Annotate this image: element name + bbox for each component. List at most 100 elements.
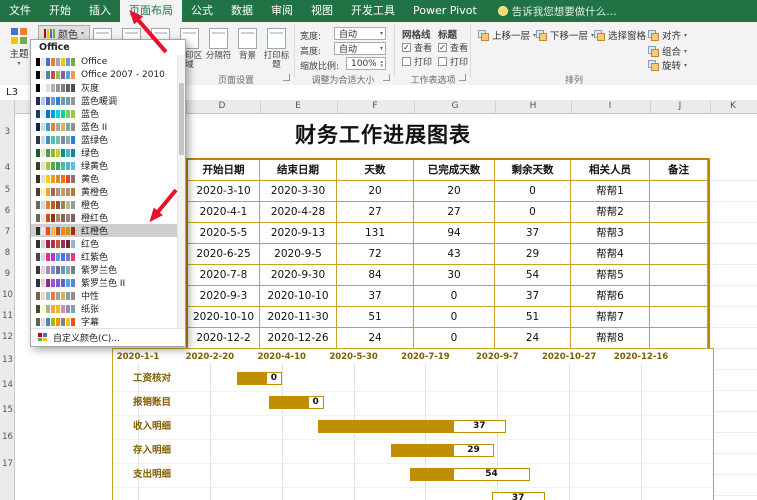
table-cell[interactable]: 0	[414, 307, 495, 328]
table-cell[interactable]: 2020-11-30	[260, 307, 337, 328]
column-header-K[interactable]: K	[730, 100, 736, 113]
table-header-cell[interactable]: 备注	[650, 160, 708, 181]
column-header-I[interactable]: I	[609, 100, 612, 113]
row-header-12[interactable]: 12	[0, 332, 15, 342]
gantt-chart[interactable]: 2020-1-1 2020-2-20 2020-4-10 2020-5-30 2020-…	[112, 348, 714, 500]
ribbon-tab-2[interactable]: 插入	[80, 0, 120, 22]
table-cell[interactable]: 2020-9-5	[260, 244, 337, 265]
table-cell[interactable]: 帮帮1	[571, 181, 650, 202]
customize-colors-item[interactable]: 自定义颜色(C)...	[31, 328, 185, 346]
table-cell[interactable]: 2020-12-2	[188, 328, 260, 349]
table-cell[interactable]: 37	[495, 223, 571, 244]
row-header-11[interactable]: 11	[0, 311, 15, 321]
select-all-corner[interactable]	[0, 100, 15, 113]
table-cell[interactable]: 2020-5-5	[188, 223, 260, 244]
table-cell[interactable]: 94	[414, 223, 495, 244]
column-header-F[interactable]: F	[372, 100, 377, 113]
row-header-15[interactable]: 15	[0, 405, 15, 415]
table-cell[interactable]: 0	[414, 328, 495, 349]
table-cell[interactable]: 72	[337, 244, 414, 265]
ribbon-tab-7[interactable]: 视图	[302, 0, 342, 22]
gantt-bar-completed[interactable]	[268, 396, 308, 409]
color-theme-item[interactable]: 纸张	[31, 302, 185, 315]
width-select[interactable]: 自动 ▾	[334, 27, 386, 40]
menu-scrollbar-thumb[interactable]	[179, 83, 184, 155]
arrange-button[interactable]: 上移一层 ▾	[478, 28, 536, 42]
ribbon-tab-3[interactable]: 页面布局	[120, 0, 182, 22]
table-cell[interactable]: 2020-4-28	[260, 202, 337, 223]
table-cell[interactable]: 0	[414, 286, 495, 307]
table-header-cell[interactable]: 天数	[337, 160, 414, 181]
table-cell[interactable]: 131	[337, 223, 414, 244]
table-header-cell[interactable]: 结束日期	[260, 160, 337, 181]
table-cell[interactable]: 84	[337, 265, 414, 286]
color-theme-item[interactable]: Office 2007 - 2010	[31, 68, 185, 81]
arrange-button[interactable]: 对齐 ▾	[648, 28, 687, 42]
table-cell[interactable]: 帮帮7	[571, 307, 650, 328]
scale-input[interactable]: 100% ▴ ▾	[346, 57, 386, 70]
scale-dialog-launcher[interactable]	[383, 74, 390, 81]
table-cell[interactable]: 30	[414, 265, 495, 286]
table-cell[interactable]: 2020-6-25	[188, 244, 260, 265]
table-header-cell[interactable]: 已完成天数	[414, 160, 495, 181]
table-cell[interactable]	[650, 244, 708, 265]
color-theme-item[interactable]: 灰度	[31, 81, 185, 94]
table-cell[interactable]: 29	[495, 244, 571, 265]
table-cell[interactable]: 2020-3-10	[188, 181, 260, 202]
table-cell[interactable]: 0	[495, 202, 571, 223]
row-header-8[interactable]: 8	[0, 248, 15, 258]
table-header-cell[interactable]: 相关人员	[571, 160, 650, 181]
color-theme-item[interactable]: 蓝色	[31, 107, 185, 120]
gantt-bar-remaining[interactable]: 0	[265, 372, 282, 385]
table-cell[interactable]: 51	[337, 307, 414, 328]
table-cell[interactable]	[650, 223, 708, 244]
column-header-D[interactable]: D	[219, 100, 226, 113]
color-theme-item[interactable]: 红橙色	[31, 224, 185, 237]
column-header-G[interactable]: G	[452, 100, 459, 113]
ribbon-tab-8[interactable]: 开发工具	[342, 0, 404, 22]
column-header-E[interactable]: E	[295, 100, 301, 113]
table-cell[interactable]: 24	[337, 328, 414, 349]
color-theme-item[interactable]: 紫罗兰色	[31, 263, 185, 276]
table-cell[interactable]: 20	[414, 181, 495, 202]
color-theme-item[interactable]: 黄色	[31, 172, 185, 185]
color-theme-item[interactable]: 黄橙色	[31, 185, 185, 198]
table-cell[interactable]: 2020-10-10	[260, 286, 337, 307]
row-header-4[interactable]: 4	[0, 163, 15, 173]
ribbon-tab-6[interactable]: 审阅	[262, 0, 302, 22]
row-header-13[interactable]: 13	[0, 355, 15, 365]
gantt-bar-remaining[interactable]: 29	[452, 444, 495, 457]
table-cell[interactable]: 43	[414, 244, 495, 265]
row-header-6[interactable]: 6	[0, 206, 15, 216]
color-theme-item[interactable]: 蓝色暖调	[31, 94, 185, 107]
table-cell[interactable]: 37	[337, 286, 414, 307]
page-setup-button[interactable]: 分隔符	[204, 26, 233, 72]
gantt-bar-completed[interactable]	[390, 444, 453, 457]
table-cell[interactable]: 27	[337, 202, 414, 223]
menu-scrollbar[interactable]	[177, 55, 185, 328]
ribbon-tab-5[interactable]: 数据	[222, 0, 262, 22]
ribbon-tab-file[interactable]: 文件	[0, 0, 40, 22]
table-cell[interactable]: 帮帮5	[571, 265, 650, 286]
formula-input[interactable]	[92, 85, 757, 100]
gridlines-view-checkbox[interactable]	[402, 43, 411, 52]
arrange-button[interactable]: 旋转 ▾	[648, 58, 687, 72]
arrange-button[interactable]: 下移一层 ▾	[536, 28, 594, 42]
headings-print-checkbox[interactable]	[438, 57, 447, 66]
column-header-H[interactable]: H	[530, 100, 537, 113]
sheet-options-dialog-launcher[interactable]	[459, 74, 466, 81]
row-header-10[interactable]: 10	[0, 290, 15, 300]
table-cell[interactable]: 2020-9-3	[188, 286, 260, 307]
table-cell[interactable]: 0	[495, 181, 571, 202]
table-cell[interactable]: 帮帮6	[571, 286, 650, 307]
table-cell[interactable]: 帮帮4	[571, 244, 650, 265]
color-theme-item[interactable]: 蓝绿色	[31, 133, 185, 146]
table-cell[interactable]: 帮帮3	[571, 223, 650, 244]
table-cell[interactable]	[650, 181, 708, 202]
headings-view-checkbox[interactable]	[438, 43, 447, 52]
table-cell[interactable]: 2020-10-10	[188, 307, 260, 328]
table-cell[interactable]	[650, 286, 708, 307]
table-cell[interactable]: 37	[495, 286, 571, 307]
table-header-cell[interactable]: 剩余天数	[495, 160, 571, 181]
table-cell[interactable]	[650, 202, 708, 223]
